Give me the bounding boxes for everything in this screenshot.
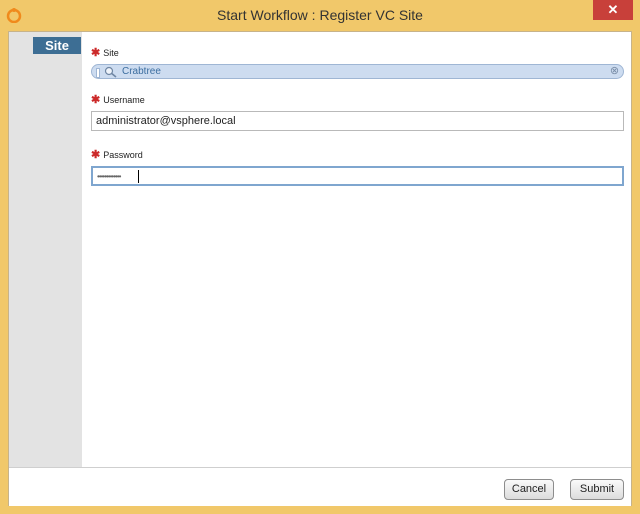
password-label: Password xyxy=(103,150,143,160)
drag-handle xyxy=(96,68,100,78)
site-label: Site xyxy=(103,48,119,58)
button-bar: Cancel Submit xyxy=(9,467,631,506)
close-button[interactable]: ✕ xyxy=(593,0,633,20)
workflow-form: ✱ Site Crabtree ⊗ ✱ Username administrat… xyxy=(91,32,627,467)
site-value: Crabtree xyxy=(122,66,161,77)
submit-button[interactable]: Submit xyxy=(570,479,624,500)
close-icon: ✕ xyxy=(607,2,619,17)
sidebar: Site xyxy=(9,32,82,467)
site-chooser[interactable]: Crabtree ⊗ xyxy=(91,64,624,79)
required-marker: ✱ xyxy=(91,148,101,161)
magnifier-icon xyxy=(104,66,117,78)
password-masked-value: ••••••••••••• xyxy=(97,172,121,181)
required-marker: ✱ xyxy=(91,93,101,106)
username-value: administrator@vsphere.local xyxy=(96,115,236,127)
clear-icon[interactable]: ⊗ xyxy=(609,66,620,77)
text-caret xyxy=(138,170,139,183)
cancel-button[interactable]: Cancel xyxy=(504,479,554,500)
dialog-body: Site ✱ Site Crabtree ⊗ ✱ Username admini… xyxy=(8,31,632,506)
workflow-window: Start Workflow : Register VC Site ✕ Site… xyxy=(0,0,640,514)
password-input[interactable]: ••••••••••••• xyxy=(91,166,624,186)
window-title: Start Workflow : Register VC Site xyxy=(217,7,423,23)
sidebar-tab-site[interactable]: Site xyxy=(33,37,81,54)
required-marker: ✱ xyxy=(91,46,101,59)
site-label-row: ✱ Site xyxy=(91,46,119,59)
username-input[interactable]: administrator@vsphere.local xyxy=(91,111,624,131)
title-bar[interactable]: Start Workflow : Register VC Site ✕ xyxy=(0,0,640,30)
password-label-row: ✱ Password xyxy=(91,148,143,161)
username-label-row: ✱ Username xyxy=(91,93,145,106)
username-label: Username xyxy=(103,95,145,105)
